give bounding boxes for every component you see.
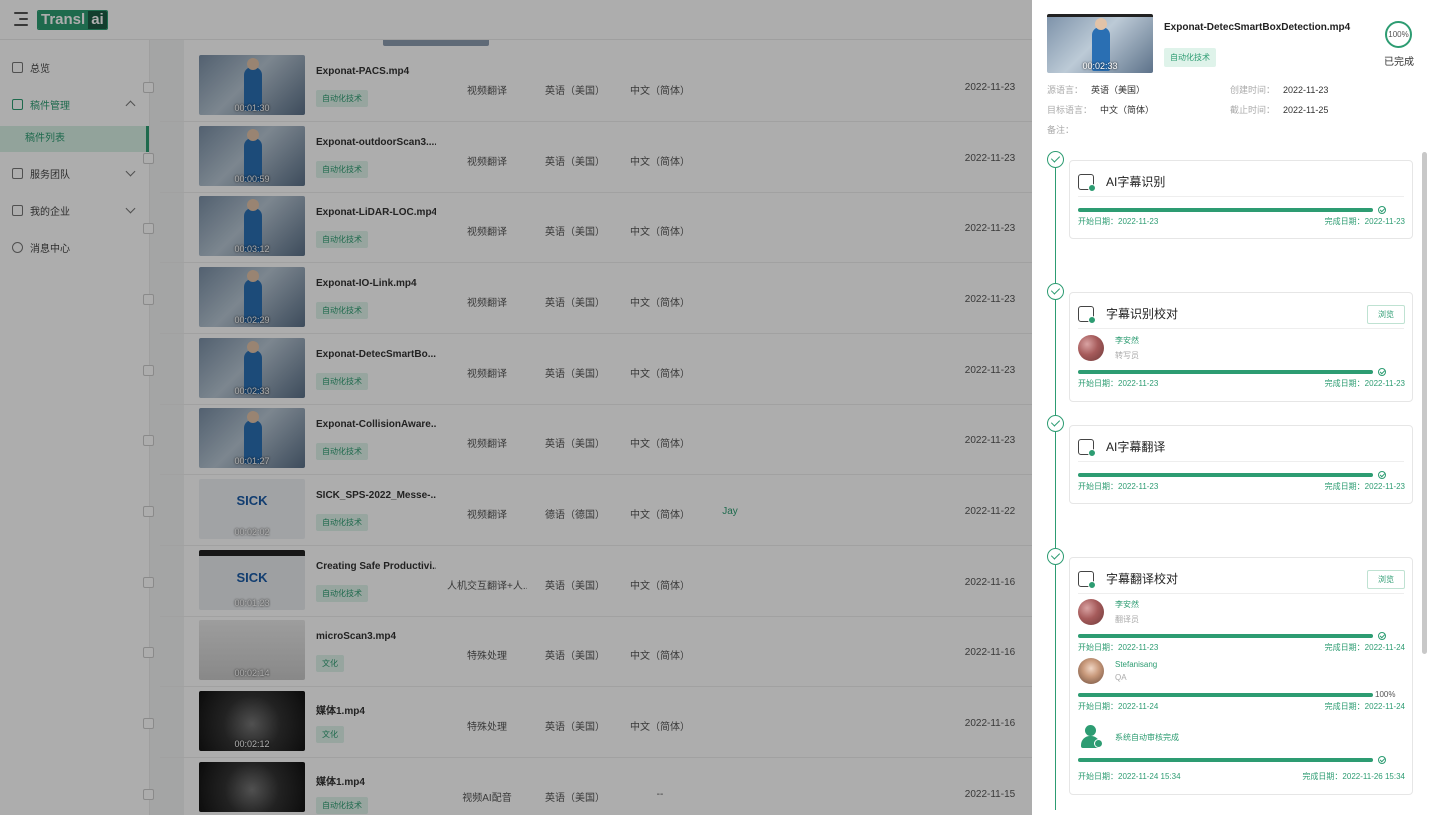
assignee-qa: Stefanisang QA <box>1078 658 1157 684</box>
step-card-ai-translation: AI字幕翻译 开始日期：2022-11-23 完成日期：2022-11-23 <box>1069 425 1413 504</box>
end-date: 完成日期：2022-11-26 15:34 <box>1302 772 1405 781</box>
end-date: 完成日期：2022-11-23 <box>1324 482 1405 491</box>
assignee-name[interactable]: Stefanisang <box>1115 660 1157 669</box>
step-title: 字幕识别校对 <box>1106 307 1179 321</box>
check-circle-icon <box>1378 632 1386 640</box>
file-name: Exponat-DetecSmartBoxDetection.mp4 <box>1164 22 1351 33</box>
start-date: 开始日期：2022-11-23 <box>1078 482 1159 491</box>
system-review-label: 系统自动审核完成 <box>1115 732 1179 742</box>
avatar <box>1078 658 1104 684</box>
check-circle-icon <box>1378 368 1386 376</box>
meta-source-language: 源语言： 英语（美国） <box>1047 85 1146 95</box>
progress-fill <box>1078 634 1373 638</box>
start-date: 开始日期：2022-11-24 15:34 <box>1078 772 1181 781</box>
timeline-line <box>1055 160 1056 810</box>
system-user-icon <box>1078 724 1104 750</box>
domain-tag: 自动化技术 <box>1164 48 1216 67</box>
subtitle-scan-icon <box>1078 305 1096 324</box>
assignee-translator: 李安然 翻译员 <box>1078 599 1139 625</box>
step-title: 字幕翻译校对 <box>1106 572 1179 586</box>
status-label: 已完成 <box>1384 57 1414 68</box>
drawer-scrollbar[interactable] <box>1422 152 1427 654</box>
assignee: 李安然 转写员 <box>1078 335 1139 361</box>
end-date: 完成日期：2022-11-23 <box>1324 379 1405 388</box>
assignee-name[interactable]: 李安然 <box>1115 599 1139 610</box>
assignee-role: 翻译员 <box>1115 615 1139 624</box>
video-duration: 00:02:33 <box>1082 61 1118 71</box>
start-date: 开始日期：2022-11-23 <box>1078 217 1159 226</box>
step-progress-bar <box>1078 473 1373 477</box>
assignee-role: 转写员 <box>1115 351 1139 360</box>
progress-ring: 100% <box>1385 21 1412 48</box>
browse-button[interactable]: 浏览 <box>1367 305 1405 324</box>
end-date: 完成日期：2022-11-24 <box>1324 702 1405 711</box>
end-date: 完成日期：2022-11-23 <box>1324 217 1405 226</box>
start-date: 开始日期：2022-11-23 <box>1078 643 1159 652</box>
step-check-icon <box>1047 151 1064 168</box>
meta-created-time: 创建时间： 2022-11-23 <box>1230 85 1329 95</box>
task-progress-percent: 100% <box>1375 690 1396 699</box>
assignee-name[interactable]: 李安然 <box>1115 335 1139 346</box>
avatar <box>1078 599 1104 625</box>
progress-fill <box>1078 758 1373 762</box>
start-date: 开始日期：2022-11-24 <box>1078 702 1159 711</box>
task-progress-bar <box>1078 758 1373 762</box>
step-check-icon <box>1047 548 1064 565</box>
meta-deadline: 截止时间： 2022-11-25 <box>1230 105 1329 115</box>
meta-target-language: 目标语言： 中文（简体） <box>1047 105 1155 115</box>
step-progress-bar <box>1078 208 1373 212</box>
progress-fill <box>1078 208 1373 212</box>
progress-fill <box>1078 473 1373 477</box>
step-check-icon <box>1047 415 1064 432</box>
step-title: AI字幕识别 <box>1106 175 1166 189</box>
modal-overlay[interactable] <box>0 0 1032 815</box>
step-card-ai-recognition: AI字幕识别 开始日期：2022-11-23 完成日期：2022-11-23 <box>1069 160 1413 239</box>
step-check-icon <box>1047 283 1064 300</box>
task-progress-bar <box>1078 634 1373 638</box>
step-card-translation-proofread: 字幕翻译校对 浏览 李安然翻译员 开始日期：2022-11-23 完成日期：20… <box>1069 557 1413 795</box>
check-circle-icon <box>1378 471 1386 479</box>
start-date: 开始日期：2022-11-23 <box>1078 379 1159 388</box>
translate-doc-icon <box>1078 570 1096 589</box>
video-thumbnail[interactable]: 00:02:33 <box>1047 14 1153 73</box>
assignee-role: QA <box>1115 673 1127 682</box>
system-auto-review: 系统自动审核完成 <box>1078 724 1179 750</box>
avatar <box>1078 335 1104 361</box>
meta-note: 备注： <box>1047 125 1075 135</box>
step-title: AI字幕翻译 <box>1106 440 1166 454</box>
progress-fill <box>1078 370 1373 374</box>
progress-fill <box>1078 693 1373 697</box>
translate-doc-icon <box>1078 438 1096 457</box>
task-progress-bar <box>1078 693 1373 697</box>
check-circle-icon <box>1378 206 1386 214</box>
subtitle-scan-icon <box>1078 173 1096 192</box>
step-progress-bar <box>1078 370 1373 374</box>
end-date: 完成日期：2022-11-24 <box>1324 643 1405 652</box>
check-circle-icon <box>1378 756 1386 764</box>
step-card-recognition-proofread: 字幕识别校对 浏览 李安然转写员 开始日期：2022-11-23 完成日期：20… <box>1069 292 1413 402</box>
browse-button[interactable]: 浏览 <box>1367 570 1405 589</box>
